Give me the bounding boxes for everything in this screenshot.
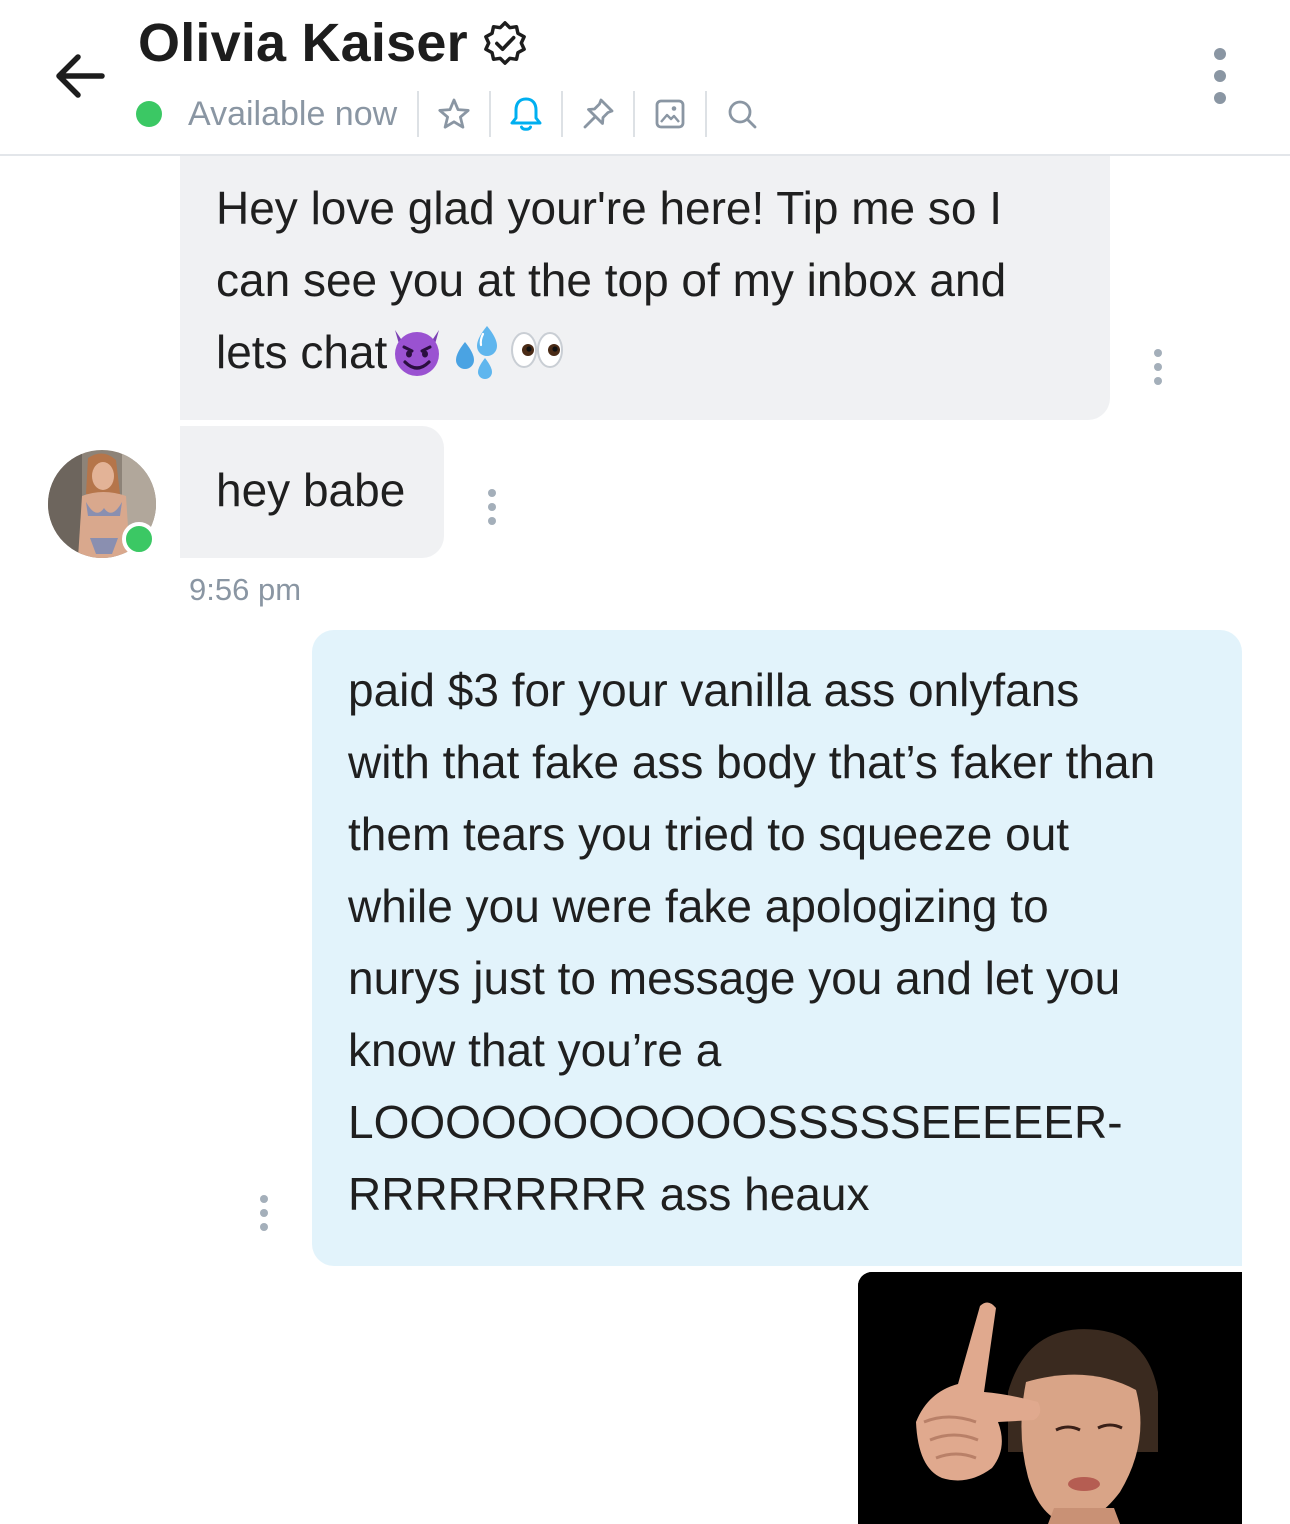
message-line: while you were fake apologizing to	[348, 880, 1049, 932]
title-row: Olivia Kaiser	[138, 10, 528, 76]
search-icon	[728, 100, 757, 129]
message-line: can see you at the top of my inbox and	[216, 254, 1007, 306]
media-gallery-button[interactable]	[635, 88, 705, 140]
status-row: Available now	[136, 88, 777, 140]
message-options-icon[interactable]	[1146, 347, 1170, 391]
bell-icon	[510, 97, 542, 131]
message-line: them tears you tried to squeeze out	[348, 808, 1070, 860]
gif-image	[858, 1272, 1242, 1524]
message-options-icon[interactable]	[252, 1193, 276, 1237]
verified-icon	[483, 21, 526, 65]
back-arrow-icon[interactable]	[48, 44, 112, 108]
search-button[interactable]	[707, 88, 777, 140]
pin-button[interactable]	[563, 88, 633, 140]
message-line: RRRRRRRRR ass heaux	[348, 1168, 870, 1220]
more-vertical-icon[interactable]	[1198, 46, 1242, 106]
message-text: hey babe	[216, 464, 406, 516]
outgoing-message-bubble[interactable]: paid $3 for your vanilla ass onlyfans wi…	[312, 630, 1242, 1266]
message-line: LOOOOOOOOOOOSSSSSEEEEER-	[348, 1096, 1123, 1148]
online-indicator	[122, 522, 156, 556]
eyes-emoji	[511, 332, 564, 368]
message-line: paid $3 for your vanilla ass onlyfans	[348, 664, 1080, 716]
incoming-message-bubble[interactable]: hey babe	[180, 426, 444, 558]
online-indicator	[136, 101, 162, 127]
message-line: with that fake ass body that’s faker tha…	[348, 736, 1156, 788]
notifications-button[interactable]	[491, 88, 561, 140]
smiling-devil-emoji	[395, 330, 440, 376]
favorite-button[interactable]	[419, 88, 489, 140]
contact-name[interactable]: Olivia Kaiser	[138, 12, 468, 74]
message-options-icon[interactable]	[480, 487, 504, 531]
image-icon	[655, 99, 685, 129]
pin-icon	[583, 98, 614, 129]
chat-header: Olivia Kaiser Available now	[0, 0, 1290, 156]
message-timestamp: 9:56 pm	[189, 572, 302, 607]
message-line: know that you’re a	[348, 1024, 722, 1076]
gif-message[interactable]	[858, 1272, 1242, 1524]
sweat-droplets-emoji	[456, 326, 498, 379]
incoming-message-bubble[interactable]: Hey love glad your're here! Tip me so I …	[180, 156, 1110, 420]
message-line: nurys just to message you and let you	[348, 952, 1121, 1004]
star-icon	[438, 98, 470, 129]
message-line-with-emoji: lets chat	[216, 316, 1074, 388]
message-line: Hey love glad your're here! Tip me so I	[216, 182, 1003, 234]
status-text: Available now	[188, 94, 398, 133]
message-line: lets chat	[216, 326, 388, 378]
